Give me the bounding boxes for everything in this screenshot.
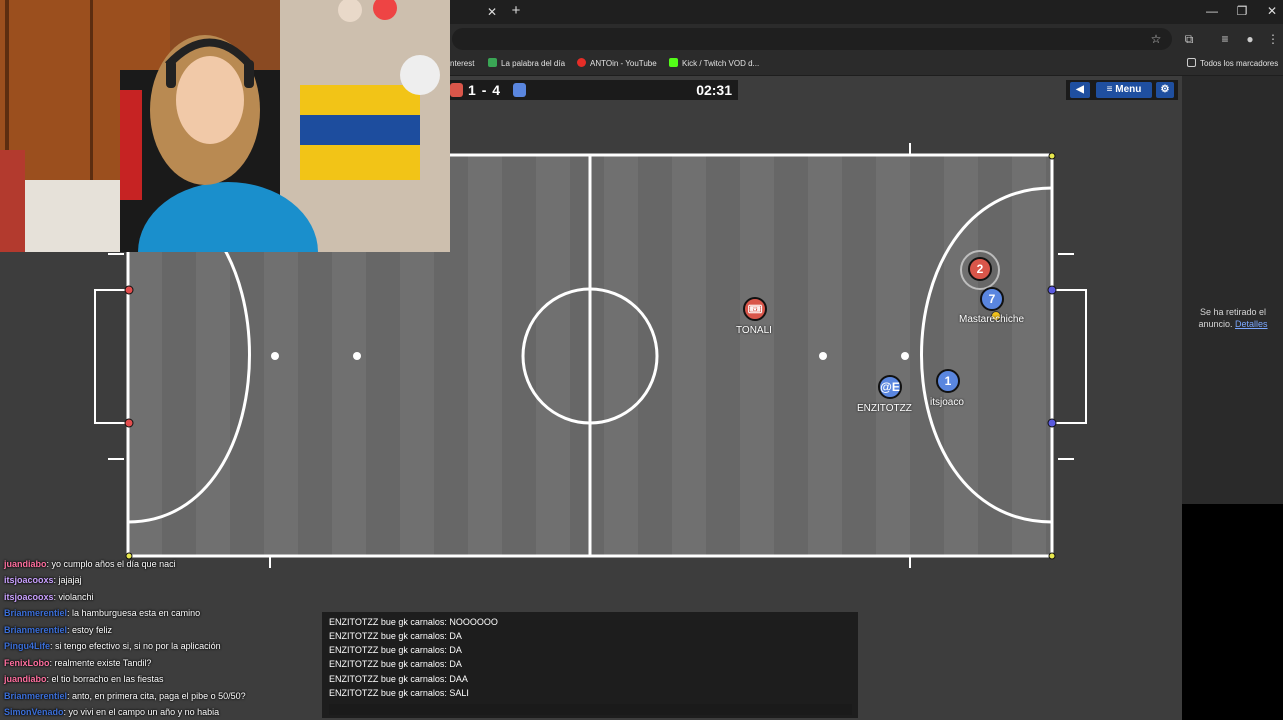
stream-chat: juandiabo: yo cumplo años el día que nac… — [2, 556, 322, 720]
game-chat-line: ENZITOTZZ bue gk carnalos: SALI — [329, 688, 469, 698]
game-clock: 02:31 — [696, 82, 732, 98]
player-name: TONALI — [736, 325, 772, 336]
more-icon[interactable]: ⋮ — [1264, 30, 1282, 48]
right-penalty-arc — [920, 186, 1053, 524]
goal-post — [124, 418, 134, 428]
game-chat: ENZITOTZZ bue gk carnalos: NOOOOOO ENZIT… — [322, 612, 858, 718]
maximize-button[interactable]: ❐ — [1230, 2, 1254, 20]
chat-message: Brianmerentiel: la hamburguesa esta en c… — [4, 608, 201, 618]
goal-post — [1047, 285, 1057, 295]
chat-message: itsjoacooxs: jajajaj — [4, 575, 82, 585]
game-chat-input[interactable] — [329, 704, 852, 715]
scoreboard: 1 - 4 02:31 — [450, 80, 738, 100]
chat-message: SimonVenado: yo vivi en el campo un año … — [4, 707, 220, 717]
game-chat-line: ENZITOTZZ bue gk carnalos: DAA — [329, 674, 468, 684]
game-chat-line: ENZITOTZZ bue gk carnalos: DA — [329, 645, 462, 655]
chat-message: juandiabo: yo cumplo años el día que nac… — [4, 559, 176, 569]
screen: ✕ + — ❐ ✕ ☆ ⧉ ≡ ● ⋮ nterest La palabra d… — [0, 0, 1283, 720]
ad-removed-notice: Se ha retirado el anuncio. Detalles — [1198, 307, 1268, 329]
chat-message: Brianmerentiel: anto, en primera cita, p… — [4, 691, 246, 701]
game-chat-line: ENZITOTZZ bue gk carnalos: DA — [329, 631, 462, 641]
red-team-icon — [450, 83, 463, 97]
player-blue: 1 — [936, 369, 960, 393]
profile-icon[interactable]: ● — [1241, 30, 1259, 48]
sound-icon[interactable]: ◀ — [1070, 82, 1090, 98]
game-menu-bar: ◀ ≡ Menu ⚙ — [1066, 80, 1178, 100]
blue-team-icon — [513, 83, 526, 97]
minimize-button[interactable]: — — [1200, 2, 1224, 20]
settings-gear-icon[interactable]: ⚙ — [1156, 82, 1174, 98]
goal-post — [124, 285, 134, 295]
details-link[interactable]: Detalles — [1235, 319, 1268, 329]
close-window-button[interactable]: ✕ — [1260, 2, 1283, 20]
score: 1 - 4 — [468, 82, 502, 98]
player-name: ENZITOTZZ — [857, 403, 912, 414]
chat-message: Brianmerentiel: estoy feliz — [4, 625, 113, 635]
chat-message: juandiabo: el tio borracho en las fiesta… — [4, 674, 164, 684]
player-name: Mastarechiche — [959, 314, 1025, 325]
chat-message: Pingu4Life: si tengo efectivo si, si no … — [4, 641, 221, 651]
player-red: 2 — [968, 257, 992, 281]
media-icon[interactable]: ≡ — [1216, 30, 1234, 48]
menu-button[interactable]: ≡ Menu — [1096, 82, 1152, 98]
player-red: 🎟 — [743, 297, 767, 321]
bookmarks-folder[interactable]: Todos los marcadores — [1187, 57, 1278, 71]
chat-message: FenixLobo: realmente existe Tandil? — [4, 658, 152, 668]
goal-post — [1047, 418, 1057, 428]
chat-message: itsjoacooxs: violanchi — [4, 592, 94, 602]
webcam-overlay — [0, 0, 450, 252]
ad-panel — [1182, 76, 1283, 504]
right-goal — [1052, 289, 1087, 424]
left-goal — [94, 289, 129, 424]
webcam-image — [0, 0, 450, 252]
extensions-icon[interactable]: ⧉ — [1180, 30, 1198, 48]
ad-panel-bottom — [1182, 504, 1283, 720]
player-blue: 7 — [980, 287, 1004, 311]
folder-icon — [1187, 58, 1196, 67]
game-chat-line: ENZITOTZZ bue gk carnalos: DA — [329, 659, 462, 669]
player-name: itsjoaco — [930, 397, 964, 408]
game-chat-line: ENZITOTZZ bue gk carnalos: NOOOOOO — [329, 617, 498, 627]
player-blue: @E — [878, 375, 902, 399]
